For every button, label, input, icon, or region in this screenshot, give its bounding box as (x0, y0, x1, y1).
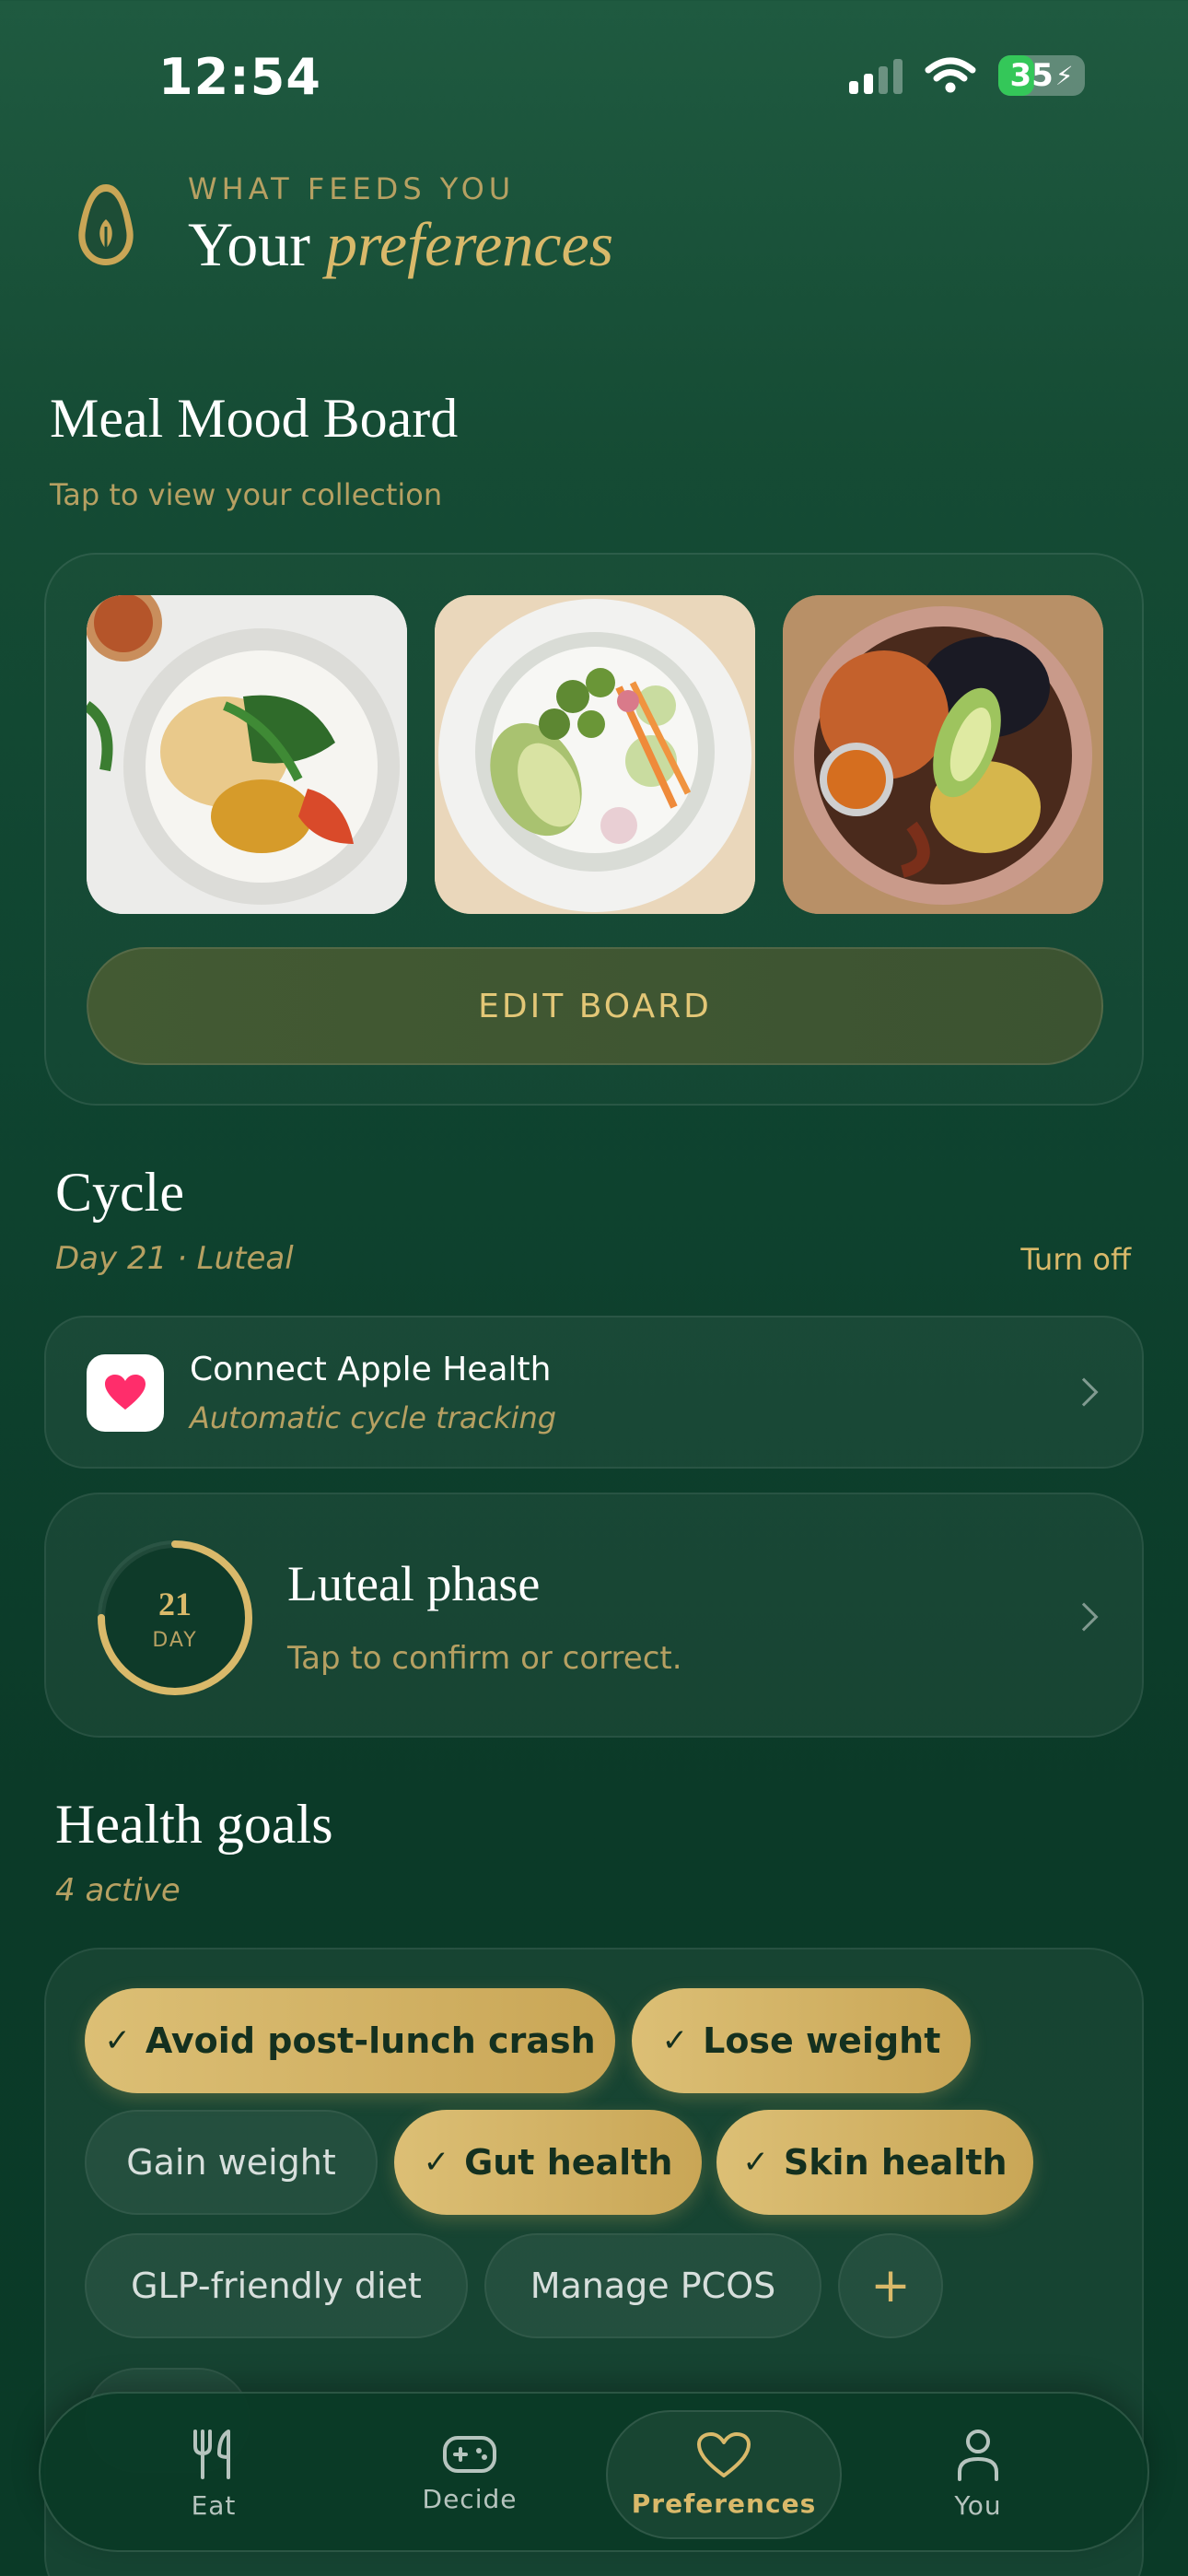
turn-off-button[interactable]: Turn off (1020, 1242, 1131, 1277)
page-title: Your preferences (188, 209, 614, 279)
goal-chip-gut-health[interactable]: ✓ Gut health (394, 2110, 702, 2215)
tab-you[interactable]: You (868, 2394, 1089, 2554)
chevron-right-icon (1069, 1377, 1099, 1407)
burrito-bowl-image (783, 595, 1103, 914)
goal-chip-gain-weight[interactable]: Gain weight (85, 2110, 378, 2215)
header-eyebrow: WHAT FEEDS YOU (188, 171, 516, 206)
tab-decide[interactable]: Decide (359, 2394, 580, 2554)
wifi-icon (925, 57, 976, 93)
goal-chip-glp-friendly[interactable]: GLP-friendly diet (85, 2233, 468, 2338)
cycle-title: Cycle (55, 1162, 184, 1223)
tab-eat[interactable]: Eat (103, 2394, 324, 2554)
meal-thumbnail-3[interactable] (783, 595, 1103, 914)
battery-indicator: 35 ⚡ (998, 55, 1085, 96)
chevron-right-icon (1069, 1602, 1099, 1632)
goal-chip-avoid-crash[interactable]: ✓ Avoid post-lunch crash (85, 1988, 615, 2093)
phase-subtitle: Tap to confirm or correct. (287, 1640, 682, 1677)
meal-thumbnail-2[interactable] (435, 595, 755, 914)
status-time: 12:54 (158, 48, 321, 106)
cellular-signal-icon (849, 57, 903, 94)
apple-health-icon (87, 1354, 164, 1432)
goal-chip-skin-health[interactable]: ✓ Skin health (716, 2110, 1033, 2215)
add-goal-button[interactable]: + (838, 2233, 943, 2338)
bottom-tab-bar: Eat Decide Preferences You (39, 2392, 1149, 2552)
cycle-day-number: 21 (158, 1586, 192, 1622)
health-goals-count: 4 active (55, 1872, 181, 1909)
status-icons: 35 ⚡ (849, 55, 1085, 96)
heart-icon (697, 2431, 751, 2477)
apple-health-title: Connect Apple Health (190, 1351, 552, 1388)
salad-bowl-image (435, 595, 755, 914)
apple-health-row[interactable]: Connect Apple Health Automatic cycle tra… (44, 1316, 1144, 1469)
gamepad-icon (443, 2435, 496, 2473)
person-icon (958, 2429, 998, 2481)
mood-board-title: Meal Mood Board (50, 388, 459, 449)
cycle-status: Day 21 · Luteal (55, 1240, 294, 1277)
meal-plate-image (87, 595, 407, 914)
mood-board-card: EDIT BOARD (44, 553, 1144, 1106)
mood-board-subtitle[interactable]: Tap to view your collection (50, 477, 442, 512)
tab-preferences[interactable]: Preferences (606, 2410, 842, 2539)
apple-health-subtitle: Automatic cycle tracking (190, 1400, 557, 1435)
cycle-day-label: DAY (152, 1629, 198, 1652)
goal-chip-lose-weight[interactable]: ✓ Lose weight (632, 1988, 971, 2093)
health-goals-title: Health goals (55, 1794, 333, 1855)
avocado-logo-icon (78, 184, 134, 265)
phase-title: Luteal phase (287, 1556, 541, 1611)
goal-chip-manage-pcos[interactable]: Manage PCOS (484, 2233, 821, 2338)
fork-knife-icon (193, 2429, 230, 2479)
meal-thumbnail-1[interactable] (87, 595, 407, 914)
edit-board-button[interactable]: EDIT BOARD (87, 947, 1103, 1065)
luteal-phase-card[interactable]: 21 DAY Luteal phase Tap to confirm or co… (44, 1493, 1144, 1738)
